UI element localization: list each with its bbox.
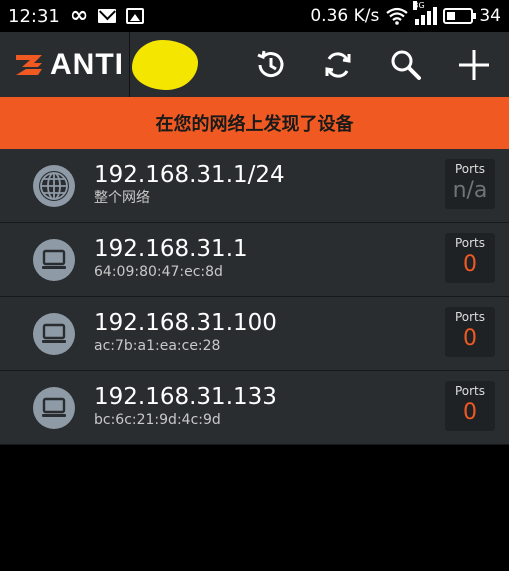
search-button[interactable]	[385, 44, 427, 86]
refresh-button[interactable]	[317, 44, 359, 86]
ports-label: Ports	[454, 162, 486, 176]
zanti-logo-icon	[16, 54, 42, 75]
brand[interactable]: ANTI	[0, 32, 130, 97]
device-row[interactable]: 192.168.31.133 bc:6c:21:9d:4c:9d Ports 0	[0, 371, 509, 445]
ports-label: Ports	[454, 236, 486, 250]
mail-icon	[98, 9, 117, 23]
battery-level	[447, 12, 455, 20]
computer-icon	[33, 239, 75, 281]
ports-value: 0	[463, 252, 477, 277]
device-ip: 192.168.31.133	[94, 384, 277, 410]
network-banner: 在您的网络上发现了设备	[0, 97, 509, 149]
device-row[interactable]: 192.168.31.100 ac:7b:a1:ea:ce:28 Ports 0	[0, 297, 509, 371]
device-ip: 192.168.31.1	[94, 236, 248, 262]
ports-label: Ports	[454, 384, 486, 398]
ports-badge[interactable]: Ports 0	[445, 381, 495, 431]
globe-icon	[33, 165, 75, 207]
device-mac: bc:6c:21:9d:4c:9d	[94, 412, 221, 428]
device-subtitle: 整个网络	[94, 190, 150, 206]
history-button[interactable]	[249, 44, 291, 86]
network-speed: 0.36 K/s	[310, 6, 380, 26]
infinity-icon: ∞	[69, 3, 89, 28]
ports-value: 0	[463, 326, 477, 351]
device-row-network[interactable]: 192.168.31.1/24 整个网络 Ports n/a	[0, 149, 509, 223]
device-mac: ac:7b:a1:ea:ce:28	[94, 338, 221, 354]
device-ip: 192.168.31.100	[94, 310, 277, 336]
ports-badge[interactable]: Ports 0	[445, 307, 495, 357]
status-time: 12:31	[8, 5, 60, 27]
signal-icon: 3G	[413, 1, 438, 25]
ports-badge[interactable]: Ports 0	[445, 233, 495, 283]
network-type: 3G	[413, 1, 425, 10]
device-ip: 192.168.31.1/24	[94, 162, 285, 188]
computer-icon	[33, 313, 75, 355]
history-icon	[257, 50, 284, 77]
device-row[interactable]: 192.168.31.1 64:09:80:47:ec:8d Ports 0	[0, 223, 509, 297]
ports-badge[interactable]: Ports n/a	[445, 159, 495, 209]
search-icon	[391, 50, 421, 80]
image-icon	[126, 8, 145, 24]
ports-value: n/a	[452, 178, 488, 203]
battery-percent: 34	[479, 6, 501, 26]
device-list: 192.168.31.1/24 整个网络 Ports n/a 192.168.3…	[0, 149, 509, 445]
refresh-icon	[325, 51, 351, 78]
ports-label: Ports	[454, 310, 486, 324]
status-bar: 12:31 ∞ 0.36 K/s 3G 34	[0, 0, 509, 32]
add-button[interactable]	[453, 44, 495, 86]
highlight-mark	[132, 40, 198, 90]
app-toolbar: ANTI	[0, 32, 509, 97]
banner-text: 在您的网络上发现了设备	[155, 114, 354, 135]
computer-icon	[33, 387, 75, 429]
battery-icon	[443, 8, 477, 24]
ports-value: 0	[463, 400, 477, 425]
device-mac: 64:09:80:47:ec:8d	[94, 264, 223, 280]
add-icon	[459, 49, 489, 80]
wifi-icon	[386, 7, 409, 25]
brand-name: ANTI	[50, 47, 124, 81]
